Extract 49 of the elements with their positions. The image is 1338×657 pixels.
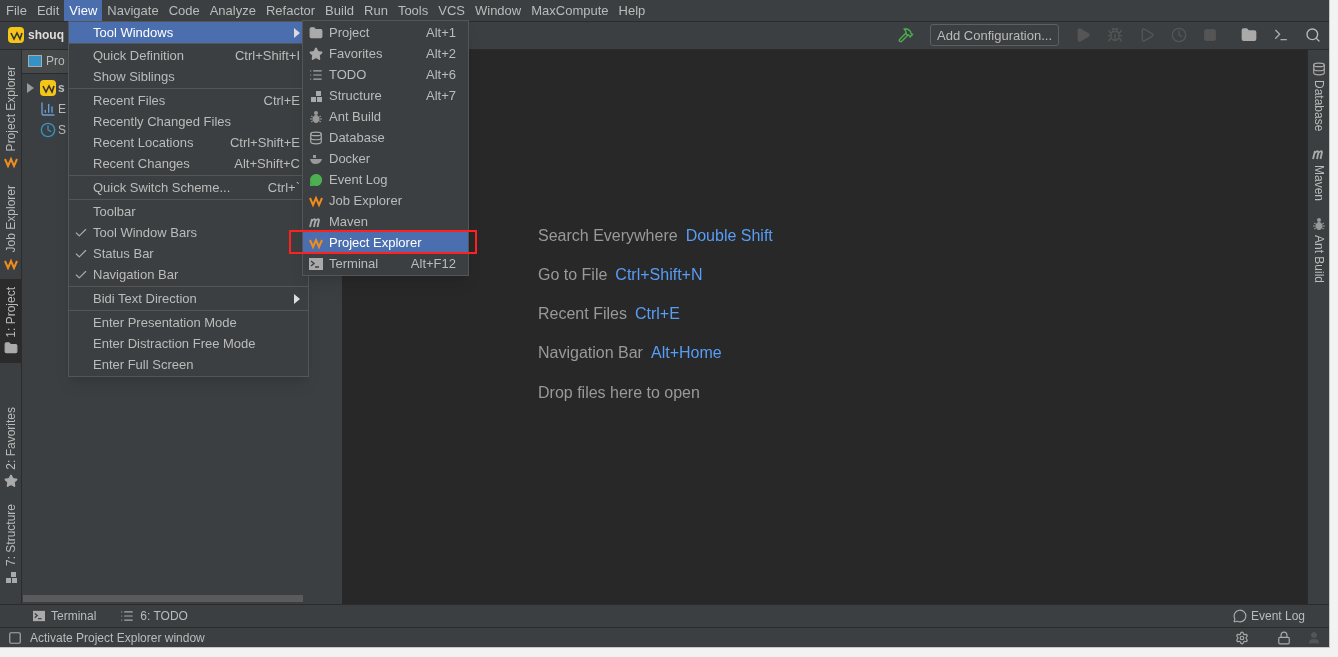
shortcut-label: Ctrl+Shift+N [615,264,703,285]
menu-label: Recent Locations [93,133,194,152]
hint-label: Recent Files [538,303,627,324]
menu-label: Terminal [329,254,379,273]
menu-label: Quick Definition [93,46,185,65]
menu-label: Tool Windows [93,23,174,42]
menu-label: Database [329,128,385,147]
shortcut-label: Alt+Shift+C [234,154,300,173]
shortcut-label: Alt+2 [426,44,456,63]
drop-hint: Drop files here to open [538,382,701,403]
status-message: Activate Project Explorer window [30,629,205,647]
shortcut-label: Ctrl+E [263,91,300,110]
menu-label: Enter Full Screen [93,355,194,374]
menu-label: Quick Switch Scheme... [93,178,231,197]
menu-label: Bidi Text Direction [93,289,197,308]
hint-label: Navigation Bar [538,342,643,363]
menu-label: Docker [329,149,371,168]
shortcut-label: Ctrl+` [267,178,300,197]
menu-label: Toolbar [93,202,136,221]
shortcut-label: Alt+7 [426,86,456,105]
menu-label: Structure [329,86,382,105]
shortcut-label: Alt+1 [426,23,456,42]
menu-label: Favorites [329,44,383,63]
menu-label: Tool Window Bars [93,223,198,242]
menu-label: Project Explorer [329,233,422,252]
panel-title: Pro [46,53,65,71]
menu-label: Enter Distraction Free Mode [93,334,256,353]
menu-label: Job Explorer [329,191,402,210]
shortcut-label: Double Shift [685,225,773,246]
menu-label: Recently Changed Files [93,112,232,131]
menu-label: Recent Files [93,91,166,110]
menu-label: Event Log [329,170,388,189]
shortcut-label: Ctrl+Shift+E [229,133,300,152]
menu-label: Project [329,23,370,42]
shortcut-label: Alt+6 [426,65,456,84]
shortcut-label: Alt+Home [650,342,722,363]
shortcut-label: Alt+F12 [410,254,456,273]
hint-label: Go to File [538,264,608,285]
menu-label: Show Siblings [93,67,175,86]
menu-label: Recent Changes [93,154,190,173]
menu-label: Maven [329,212,369,231]
hint-label: Search Everywhere [538,225,678,246]
menu-label: TODO [329,65,367,84]
menu-label: Ant Build [329,107,382,126]
menu-label: Status Bar [93,244,154,263]
menu-label: Navigation Bar [93,265,179,284]
shortcut-label: Ctrl+Shift+I [234,46,300,65]
menu-label: Enter Presentation Mode [93,313,237,332]
shortcut-label: Ctrl+E [634,303,680,324]
